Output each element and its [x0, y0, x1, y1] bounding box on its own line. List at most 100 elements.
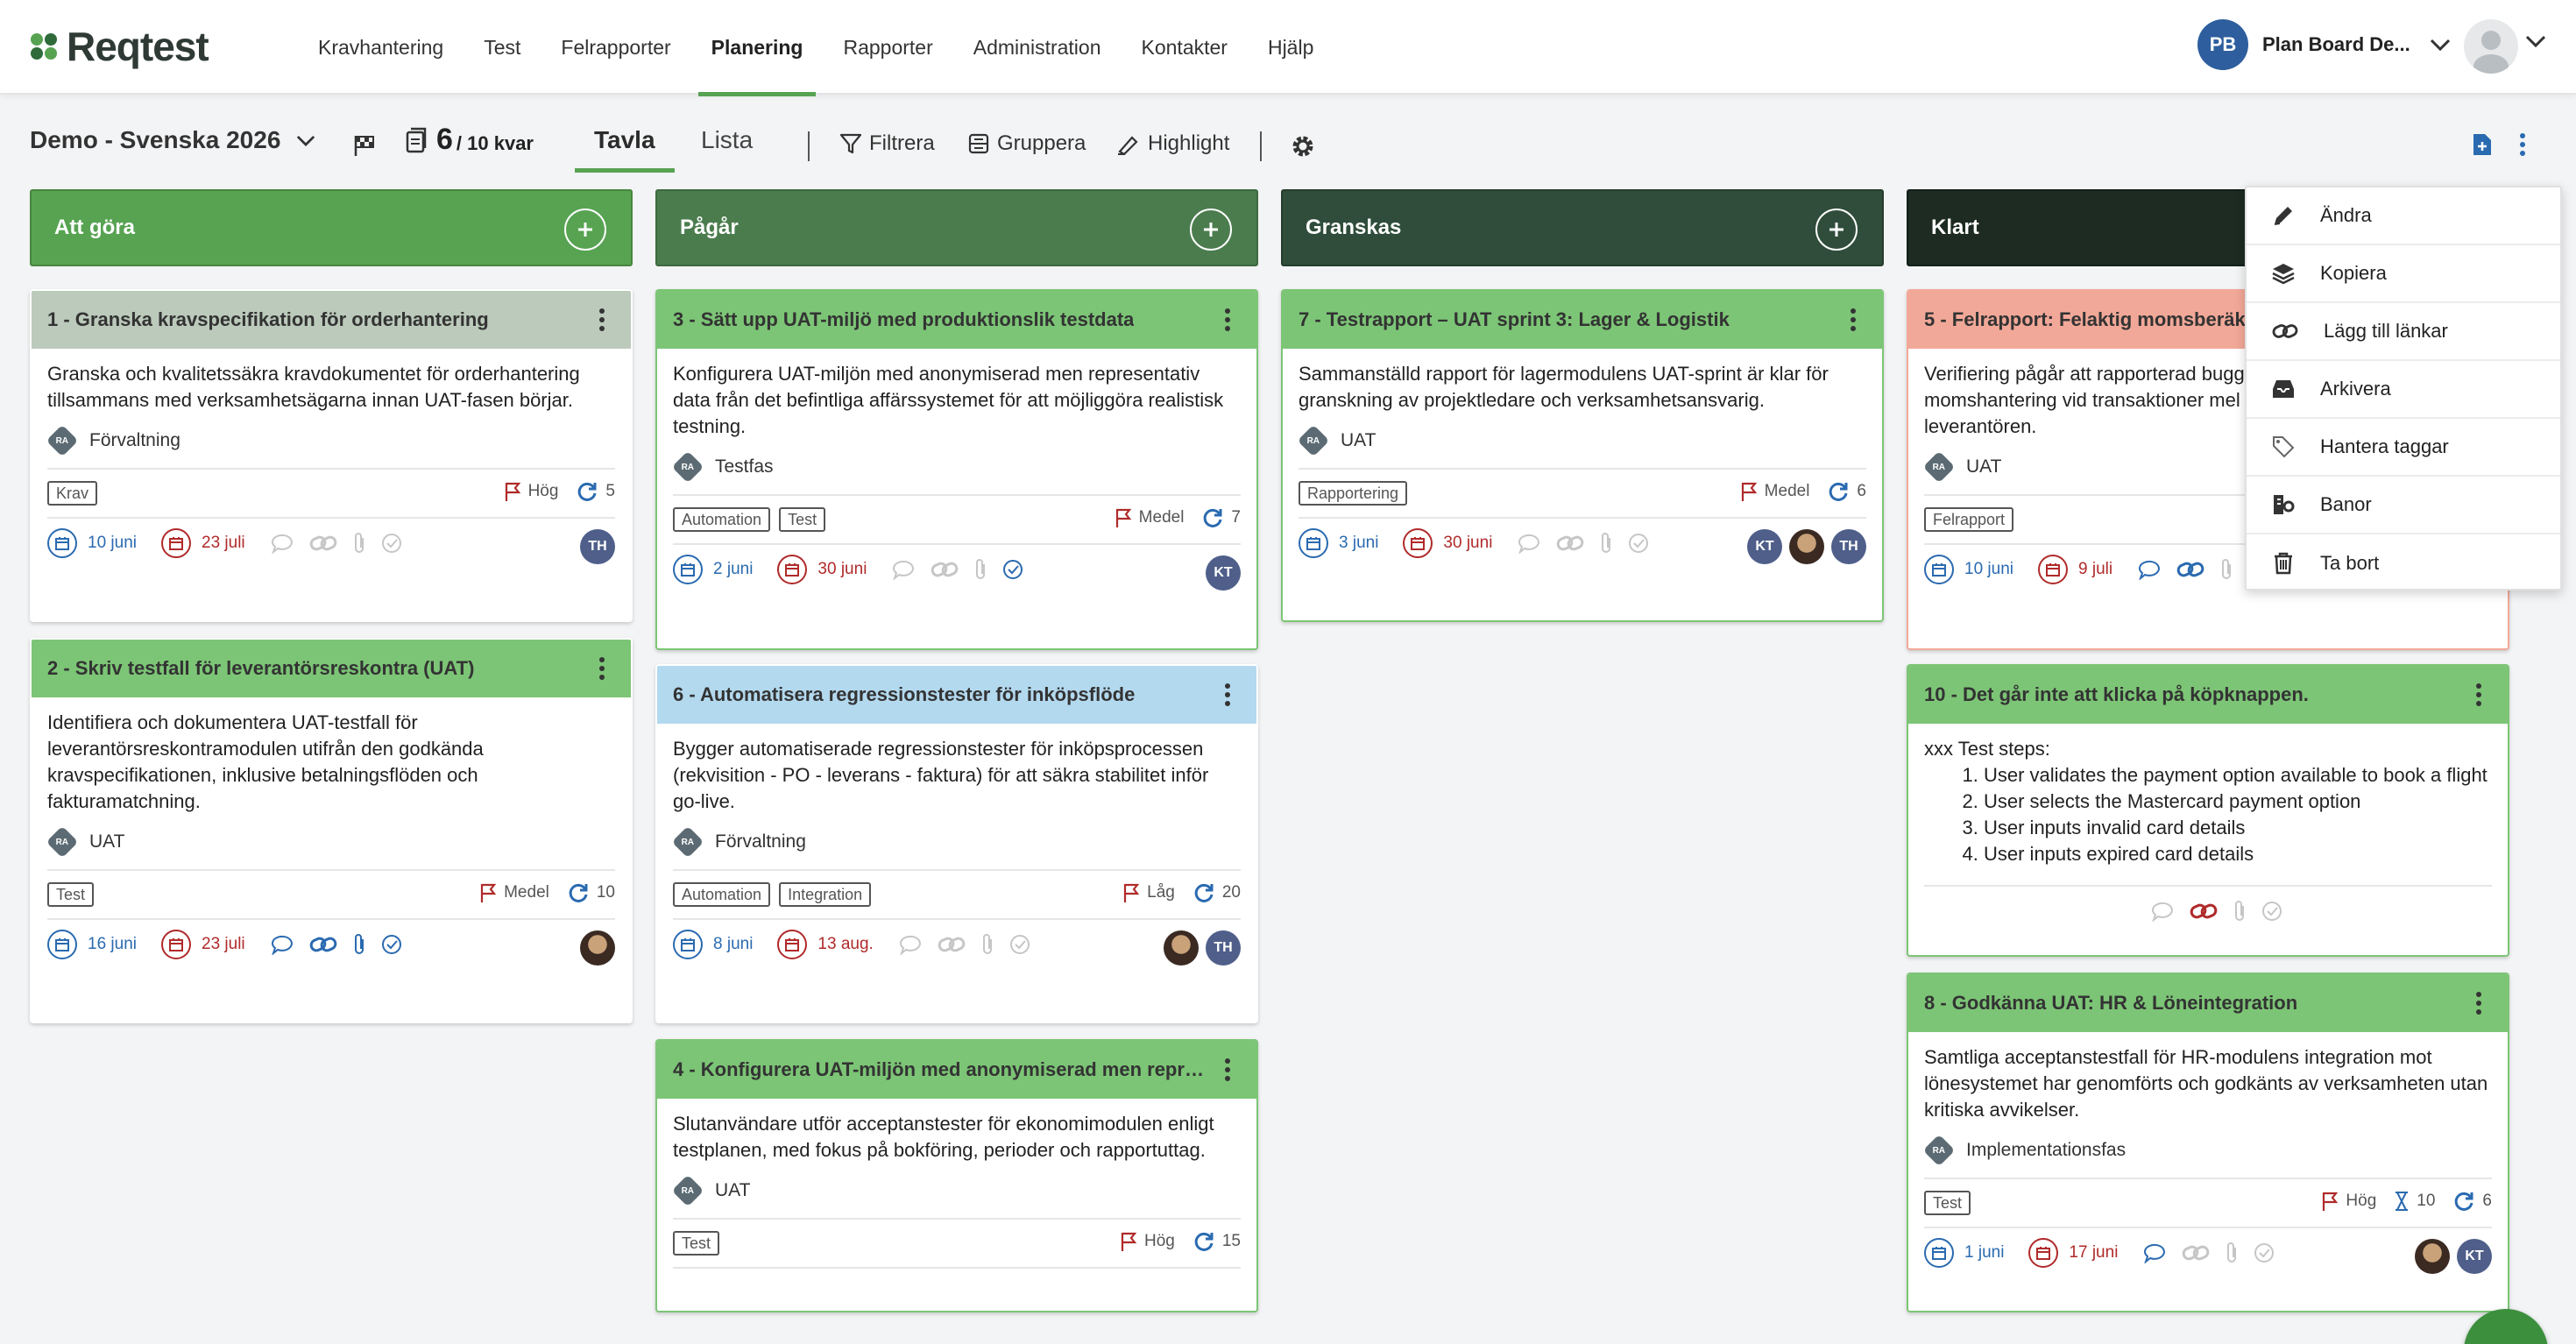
tab-board[interactable]: Tavla	[575, 126, 675, 173]
avatar-photo[interactable]	[1789, 529, 1824, 564]
start-date[interactable]: 3 juni	[1299, 528, 1378, 558]
card-10[interactable]: 10 - Det går inte att klicka på köpknapp…	[1907, 664, 2509, 957]
card-7[interactable]: 7 - Testrapport – UAT sprint 3: Lager & …	[1281, 289, 1884, 622]
tag[interactable]: Integration	[779, 882, 872, 907]
attachment-icon[interactable]	[980, 932, 994, 957]
card-8[interactable]: 8 - Godkänna UAT: HR & Löneintegration S…	[1907, 973, 2509, 1312]
avatar-photo[interactable]	[2415, 1239, 2450, 1274]
kebab-icon[interactable]	[2516, 131, 2529, 158]
nav-kontakter[interactable]: Kontakter	[1122, 0, 1248, 95]
add-fab-button[interactable]	[2464, 1309, 2548, 1344]
start-date[interactable]: 1 juni	[1924, 1238, 2004, 1268]
card-2[interactable]: 2 - Skriv testfall för leverantörsreskon…	[30, 638, 633, 1023]
comment-icon[interactable]	[270, 533, 294, 554]
comment-icon[interactable]	[2150, 901, 2175, 922]
add-card-button[interactable]	[564, 209, 606, 251]
check-icon[interactable]	[2253, 1241, 2275, 1264]
nav-planering[interactable]: Planering	[691, 0, 824, 96]
attachment-icon[interactable]	[2219, 557, 2233, 582]
tag[interactable]: Test	[673, 1231, 720, 1256]
add-card-button[interactable]	[1190, 209, 1232, 251]
reqtest-logo[interactable]: Reqtest	[28, 23, 209, 70]
nav-felrapporter[interactable]: Felrapporter	[541, 0, 690, 95]
comment-icon[interactable]	[2137, 559, 2162, 580]
link-icon[interactable]	[937, 934, 966, 955]
kebab-icon[interactable]	[598, 307, 606, 333]
comment-icon[interactable]	[2142, 1242, 2167, 1263]
attachment-icon[interactable]	[2233, 899, 2247, 923]
avatar[interactable]: KT	[1206, 555, 1241, 591]
menu-item-arkivera[interactable]: Arkivera	[2247, 361, 2560, 419]
end-date[interactable]: 17 juni	[2028, 1238, 2118, 1268]
start-date[interactable]: 8 juni	[673, 930, 753, 959]
comment-icon[interactable]	[1517, 533, 1541, 554]
gear-icon[interactable]	[1290, 133, 1316, 159]
user-avatar[interactable]	[2464, 19, 2518, 74]
tag[interactable]: Rapportering	[1299, 481, 1408, 506]
check-icon[interactable]	[1001, 558, 1024, 581]
check-icon[interactable]	[1008, 933, 1031, 956]
board-selector[interactable]: PB Plan Board De...	[2197, 19, 2451, 70]
nav-kravhantering[interactable]: Kravhantering	[298, 0, 464, 95]
avatar[interactable]: TH	[580, 529, 615, 564]
add-card-button[interactable]	[1815, 209, 1858, 251]
menu-item-banor[interactable]: Banor	[2247, 477, 2560, 534]
card-4[interactable]: 4 - Konfigurera UAT-miljön med anonymise…	[655, 1039, 1258, 1312]
chevron-down-icon[interactable]	[2525, 35, 2546, 47]
link-icon[interactable]	[308, 934, 338, 955]
tag[interactable]: Test	[1924, 1191, 1971, 1215]
filter-button[interactable]: Filtrera	[839, 131, 935, 156]
link-icon[interactable]	[1555, 533, 1585, 554]
flag-icon[interactable]	[352, 133, 377, 158]
menu-item-ta-bort[interactable]: Ta bort	[2247, 534, 2560, 592]
nav-administration[interactable]: Administration	[953, 0, 1122, 95]
comment-icon[interactable]	[270, 934, 294, 955]
check-icon[interactable]	[380, 933, 403, 956]
link-icon[interactable]	[2189, 901, 2219, 922]
avatar[interactable]: TH	[1206, 930, 1241, 966]
menu-item-lagg-till-lankar[interactable]: Lägg till länkar	[2247, 303, 2560, 361]
end-date[interactable]: 23 juli	[161, 930, 245, 959]
menu-item-andra[interactable]: Ändra	[2247, 187, 2560, 245]
avatar[interactable]: TH	[1831, 529, 1866, 564]
link-icon[interactable]	[2176, 559, 2205, 580]
nav-test[interactable]: Test	[464, 0, 541, 95]
card-1[interactable]: 1 - Granska kravspecifikation för orderh…	[30, 289, 633, 622]
tag[interactable]: Automation	[673, 507, 771, 532]
kebab-icon[interactable]	[1223, 682, 1232, 708]
end-date[interactable]: 30 juni	[1403, 528, 1492, 558]
check-icon[interactable]	[380, 532, 403, 555]
link-icon[interactable]	[308, 533, 338, 554]
avatar[interactable]: KT	[1747, 529, 1782, 564]
comment-icon[interactable]	[891, 559, 916, 580]
kebab-icon[interactable]	[1223, 307, 1232, 333]
kebab-icon[interactable]	[2474, 682, 2483, 708]
attachment-icon[interactable]	[352, 932, 366, 957]
avatar[interactable]: KT	[2457, 1239, 2492, 1274]
tag[interactable]: Test	[779, 507, 826, 532]
kebab-icon[interactable]	[1223, 1057, 1232, 1083]
highlight-button[interactable]: Highlight	[1116, 131, 1229, 156]
kebab-icon[interactable]	[2474, 990, 2483, 1016]
end-date[interactable]: 23 juli	[161, 528, 245, 558]
project-selector[interactable]: Demo - Svenska 2026	[30, 126, 315, 154]
start-date[interactable]: 10 juni	[47, 528, 137, 558]
export-icon[interactable]	[2471, 131, 2494, 158]
comment-icon[interactable]	[898, 934, 923, 955]
start-date[interactable]: 2 juni	[673, 555, 753, 584]
menu-item-hantera-taggar[interactable]: Hantera taggar	[2247, 419, 2560, 477]
group-button[interactable]: Gruppera	[967, 131, 1086, 156]
attachment-icon[interactable]	[352, 531, 366, 555]
kebab-icon[interactable]	[1849, 307, 1858, 333]
attachment-icon[interactable]	[1599, 531, 1613, 555]
link-icon[interactable]	[930, 559, 959, 580]
nav-hjalp[interactable]: Hjälp	[1248, 0, 1334, 95]
nav-rapporter[interactable]: Rapporter	[823, 0, 952, 95]
attachment-icon[interactable]	[973, 557, 987, 582]
end-date[interactable]: 9 juli	[2038, 555, 2112, 584]
avatar-photo[interactable]	[1164, 930, 1199, 966]
tag[interactable]: Krav	[47, 481, 98, 506]
avatar-photo[interactable]	[580, 930, 615, 966]
link-icon[interactable]	[2181, 1242, 2211, 1263]
tag[interactable]: Test	[47, 882, 95, 907]
